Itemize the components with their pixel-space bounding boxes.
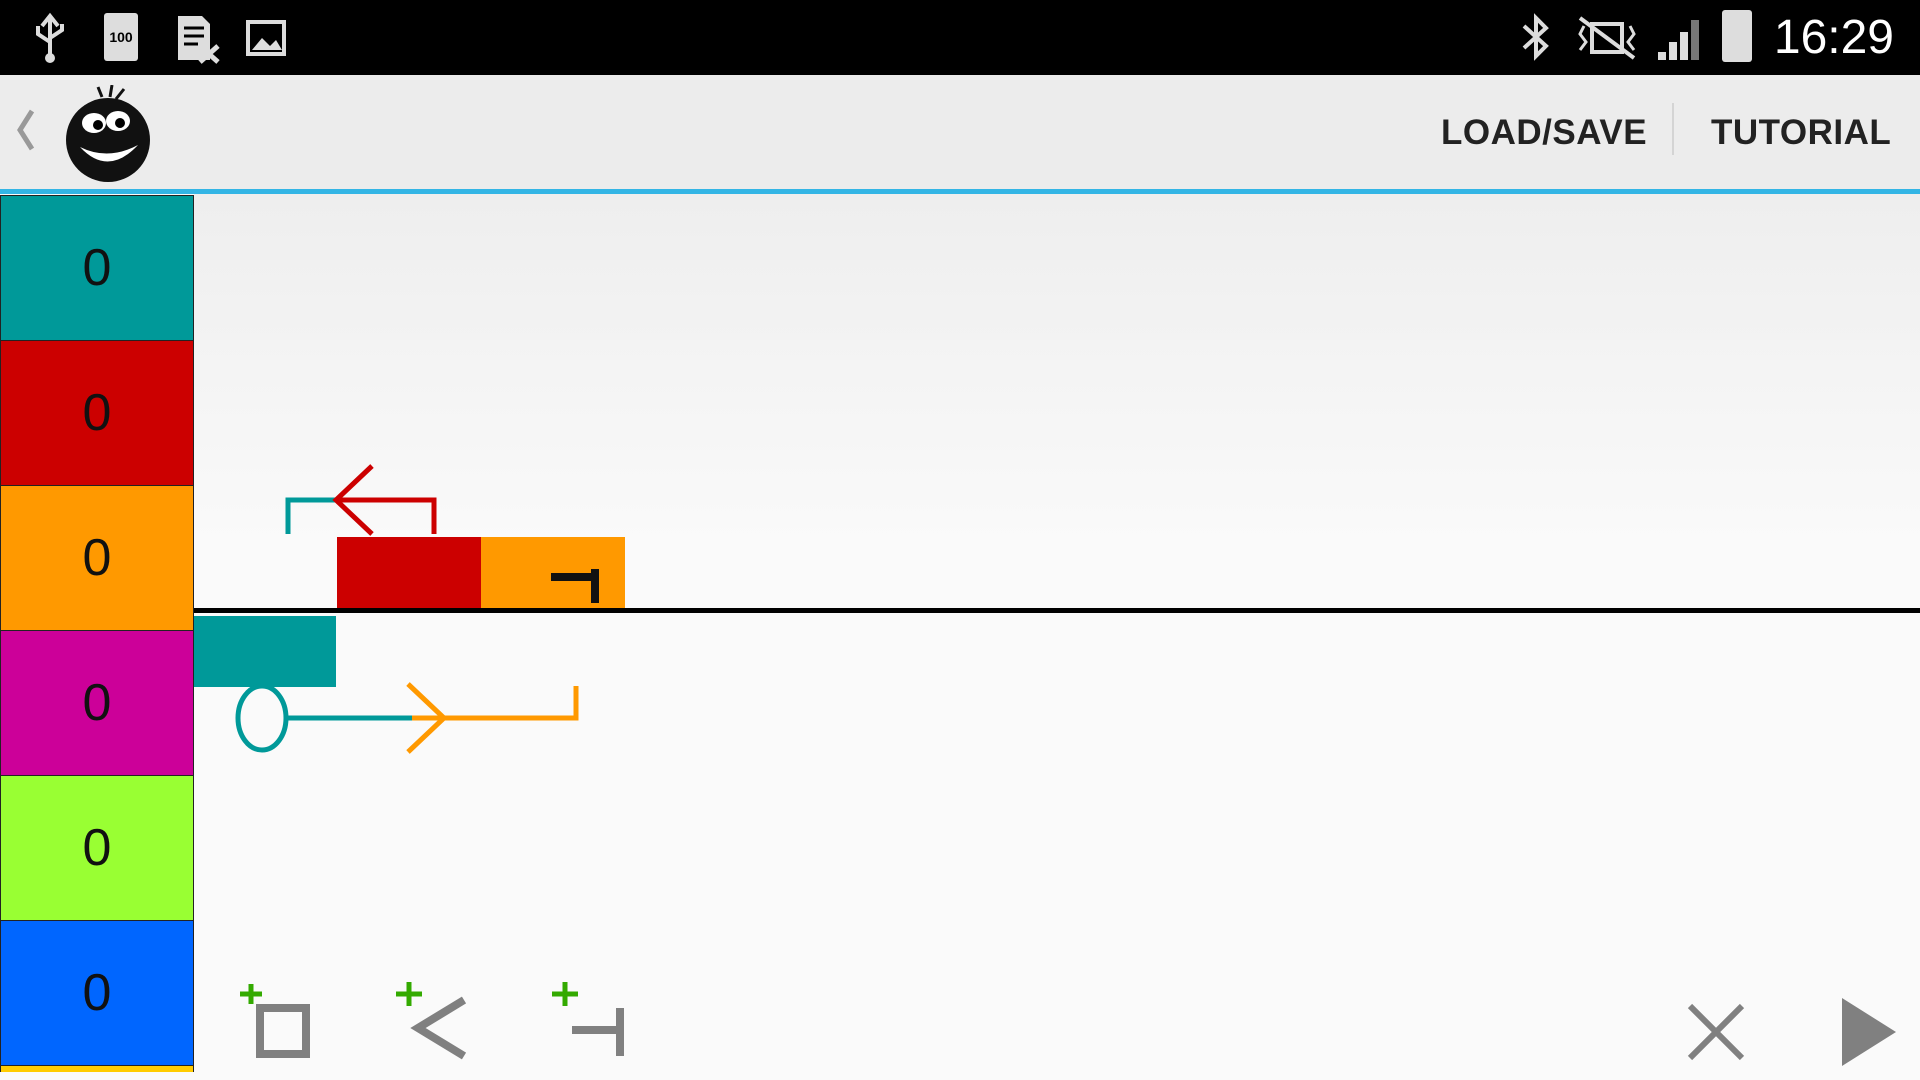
status-bar: 100 16:29: [0, 0, 1920, 75]
baseline: [194, 608, 1920, 613]
bluetooth-icon: [1522, 13, 1549, 61]
teal-block[interactable]: [194, 616, 336, 687]
counter-teal[interactable]: 0: [0, 195, 194, 341]
battery-full-icon: 100: [104, 13, 138, 61]
sd-card-error-icon: [178, 16, 220, 64]
vibrate-off-icon: [1578, 16, 1636, 60]
orange-stop-block[interactable]: [481, 537, 625, 608]
close-icon[interactable]: [1684, 1000, 1748, 1064]
counter-orange[interactable]: 0: [0, 485, 194, 631]
counter-lime-value: 0: [82, 819, 112, 877]
battery-icon: [1722, 10, 1752, 62]
status-clock: 16:29: [1773, 11, 1894, 64]
image-icon: [246, 20, 286, 56]
color-palette: 0 0 0 0 0 0: [0, 195, 194, 1072]
red-arrow-left-piece[interactable]: [280, 460, 450, 540]
action-bar: LOAD/SAVE TUTORIAL: [0, 75, 1920, 194]
chevron-left-icon[interactable]: [10, 105, 40, 155]
teal-arrow-right-piece[interactable]: [234, 680, 594, 756]
counter-blue[interactable]: 0: [0, 920, 194, 1066]
red-block[interactable]: [337, 537, 481, 608]
counter-blue-value: 0: [82, 964, 112, 1022]
counter-teal-value: 0: [82, 239, 112, 297]
add-arrow-icon[interactable]: [392, 980, 472, 1060]
counter-red-value: 0: [82, 384, 112, 442]
action-divider: [1672, 103, 1674, 155]
stage-canvas[interactable]: [194, 194, 1920, 1080]
counter-red[interactable]: 0: [0, 340, 194, 486]
add-block-icon[interactable]: [236, 980, 316, 1060]
load-save-button[interactable]: LOAD/SAVE: [1441, 113, 1647, 153]
battery-label: 100: [109, 29, 133, 45]
counter-magenta-value: 0: [82, 674, 112, 732]
counter-lime[interactable]: 0: [0, 775, 194, 921]
signal-icon: [1658, 20, 1699, 60]
stop-marker-icon: [551, 569, 599, 603]
add-stop-icon[interactable]: [548, 980, 628, 1060]
smiley-ball-icon: [66, 85, 150, 182]
counter-magenta[interactable]: 0: [0, 630, 194, 776]
tutorial-button[interactable]: TUTORIAL: [1711, 113, 1891, 153]
counter-partial-yellow: [0, 1065, 194, 1072]
counter-orange-value: 0: [82, 529, 112, 587]
usb-icon: [36, 12, 64, 63]
play-icon[interactable]: [1836, 994, 1900, 1070]
